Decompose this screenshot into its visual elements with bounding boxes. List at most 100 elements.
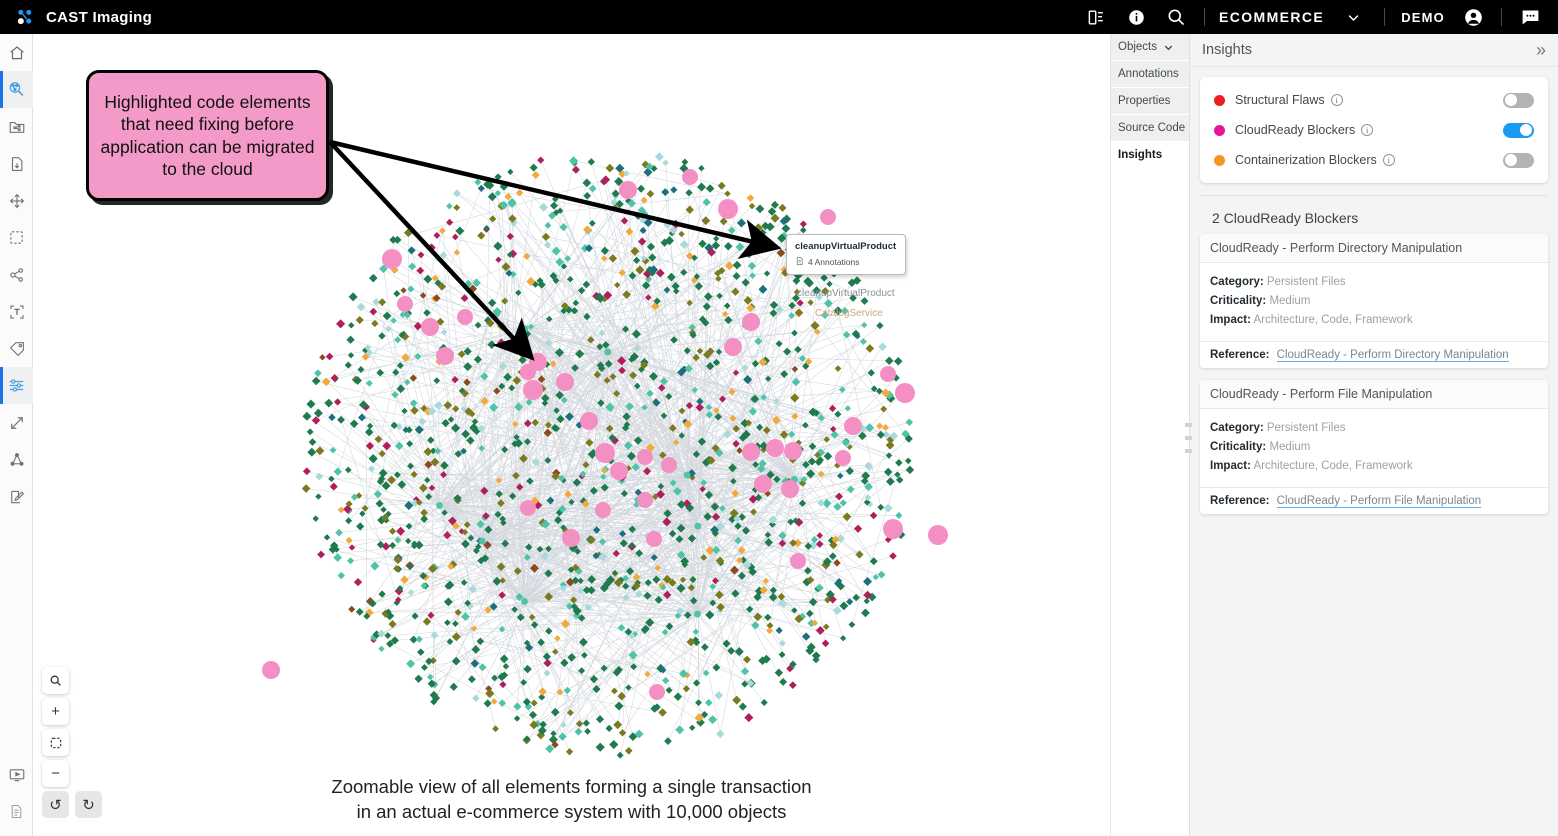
cloudready-blockers-dot: [1214, 124, 1225, 136]
insight-card-body: Category: Persistent Files Criticality: …: [1200, 263, 1548, 341]
label-category: Category:: [1210, 276, 1264, 288]
chevron-down-icon[interactable]: [1330, 10, 1376, 25]
node-tooltip-title: cleanupVirtualProduct: [795, 241, 897, 252]
insight-card-title: CloudReady - Perform Directory Manipulat…: [1200, 234, 1548, 263]
legend-row-containerization-blockers: Containerization Blockers i: [1214, 145, 1534, 175]
insight-category-row: Category: Persistent Files: [1210, 422, 1538, 434]
app-root: CAST Imaging ECOMMERCE DEMO cleanupVirtu…: [0, 0, 1558, 836]
toggle-cloudready-blockers[interactable]: [1503, 122, 1534, 138]
panel-resize-handle[interactable]: [1184, 420, 1193, 456]
sidebar-item-select[interactable]: [0, 219, 33, 256]
graph-canvas[interactable]: cleanupVirtualProduct CatalogService cle…: [33, 34, 1110, 836]
label-impact: Impact:: [1210, 460, 1251, 472]
user-label[interactable]: DEMO: [1393, 10, 1453, 25]
legend-label-cloudready-blockers: CloudReady Blockers: [1235, 123, 1356, 137]
insight-card-title: CloudReady - Perform File Manipulation: [1200, 380, 1548, 409]
toggle-containerization-blockers[interactable]: [1503, 152, 1534, 168]
label-impact: Impact:: [1210, 314, 1251, 326]
label-reference: Reference:: [1210, 495, 1270, 507]
sidebar-item-labels[interactable]: [0, 293, 33, 330]
insight-impact-row: Impact: Architecture, Code, Framework: [1210, 314, 1538, 326]
sidebar-item-home[interactable]: [0, 34, 33, 71]
info-icon[interactable]: [1116, 0, 1156, 34]
tab-objects[interactable]: Objects: [1111, 34, 1189, 61]
page-title: Insights: [1202, 42, 1252, 58]
tab-annotations[interactable]: Annotations: [1111, 61, 1189, 88]
zoom-out-button[interactable]: −: [42, 760, 69, 787]
tab-insights[interactable]: Insights: [1111, 142, 1189, 169]
sidebar-item-packages[interactable]: [0, 108, 33, 145]
project-selector-label[interactable]: ECOMMERCE: [1213, 9, 1330, 25]
sidebar-item-export[interactable]: [0, 145, 33, 182]
legend-row-structural-flaws: Structural Flaws i: [1214, 85, 1534, 115]
insight-card[interactable]: CloudReady - Perform File Manipulation C…: [1200, 380, 1548, 514]
toggle-structural-flaws[interactable]: [1503, 92, 1534, 108]
value-criticality: Medium: [1269, 295, 1311, 307]
cast-logo-icon[interactable]: [14, 6, 36, 28]
sidebar-item-graph[interactable]: [0, 256, 33, 293]
containerization-blockers-dot: [1214, 154, 1225, 166]
insight-card[interactable]: CloudReady - Perform Directory Manipulat…: [1200, 234, 1548, 368]
annotation-callout: Highlighted code elements that need fixi…: [86, 70, 329, 201]
brand-name: CAST Imaging: [46, 8, 153, 26]
divider: [1501, 8, 1502, 26]
tab-objects-label: Objects: [1118, 41, 1157, 53]
label-criticality: Criticality:: [1210, 295, 1267, 307]
panel-tabs: Objects Annotations Properties Source Co…: [1110, 34, 1189, 836]
undo-button[interactable]: ↺: [42, 791, 69, 818]
zoom-controls: + − ↺ ↻: [42, 667, 114, 822]
sidebar-item-expand[interactable]: [0, 404, 33, 441]
legend-label-structural-flaws: Structural Flaws: [1235, 93, 1325, 107]
figure-caption: Zoomable view of all elements forming a …: [33, 775, 1110, 825]
zoom-search-button[interactable]: [42, 667, 69, 694]
top-bar-actions: ECOMMERCE DEMO: [1076, 0, 1558, 34]
label-category: Category:: [1210, 422, 1264, 434]
label-reference: Reference:: [1210, 349, 1270, 361]
value-category: Persistent Files: [1266, 422, 1346, 434]
sidebar-item-pan[interactable]: [0, 182, 33, 219]
value-category: Persistent Files: [1266, 276, 1346, 288]
sidebar-item-document[interactable]: [0, 793, 33, 830]
info-icon[interactable]: i: [1361, 124, 1374, 136]
account-circle-icon[interactable]: [1453, 0, 1493, 34]
node-tooltip-annotations: 4 Annotations: [795, 256, 897, 268]
value-criticality: Medium: [1269, 441, 1311, 453]
insight-criticality-row: Criticality: Medium: [1210, 295, 1538, 307]
history-controls: ↺ ↻: [42, 791, 114, 822]
insight-reference-row: Reference: CloudReady - Perform File Man…: [1200, 487, 1548, 514]
redo-button[interactable]: ↻: [75, 791, 102, 818]
double-chevron-right-icon[interactable]: »: [1536, 41, 1546, 59]
info-icon[interactable]: i: [1382, 154, 1395, 166]
caption-line-1: Zoomable view of all elements forming a …: [331, 776, 812, 797]
tab-source-code[interactable]: Source Code: [1111, 115, 1189, 142]
sidebar-item-tags[interactable]: [0, 330, 33, 367]
sidebar-item-hierarchy[interactable]: [0, 441, 33, 478]
report-icon[interactable]: [1076, 0, 1116, 34]
insight-card-body: Category: Persistent Files Criticality: …: [1200, 409, 1548, 487]
insight-reference-row: Reference: CloudReady - Perform Director…: [1200, 341, 1548, 368]
chat-bubble-icon[interactable]: [1510, 0, 1550, 34]
structural-flaws-dot: [1214, 94, 1225, 106]
sidebar-item-annotate[interactable]: [0, 478, 33, 515]
tab-properties[interactable]: Properties: [1111, 88, 1189, 115]
insights-panel: Insights » Structural Flaws i CloudReady…: [1189, 34, 1558, 836]
sidebar-item-presentation[interactable]: [0, 756, 33, 793]
reference-link[interactable]: CloudReady - Perform File Manipulation: [1276, 495, 1482, 508]
zoom-in-button[interactable]: +: [42, 698, 69, 725]
label-criticality: Criticality:: [1210, 441, 1267, 453]
insight-criticality-row: Criticality: Medium: [1210, 441, 1538, 453]
sidebar-item-filters[interactable]: [0, 367, 33, 404]
divider: [1384, 8, 1386, 26]
reference-link[interactable]: CloudReady - Perform Directory Manipulat…: [1276, 349, 1509, 362]
node-tooltip[interactable]: cleanupVirtualProduct 4 Annotations: [786, 234, 906, 275]
value-impact: Architecture, Code, Framework: [1253, 314, 1413, 326]
chevron-down-icon[interactable]: [1163, 42, 1174, 53]
sidebar-item-investigate[interactable]: [0, 71, 33, 108]
fit-to-screen-button[interactable]: [42, 729, 69, 756]
insight-category-row: Category: Persistent Files: [1210, 276, 1538, 288]
search-icon[interactable]: [1156, 0, 1196, 34]
legend-label-containerization-blockers: Containerization Blockers: [1235, 153, 1377, 167]
info-icon[interactable]: i: [1330, 94, 1343, 106]
legend-row-cloudready-blockers: CloudReady Blockers i: [1214, 115, 1534, 145]
insights-panel-header: Insights »: [1190, 34, 1558, 67]
